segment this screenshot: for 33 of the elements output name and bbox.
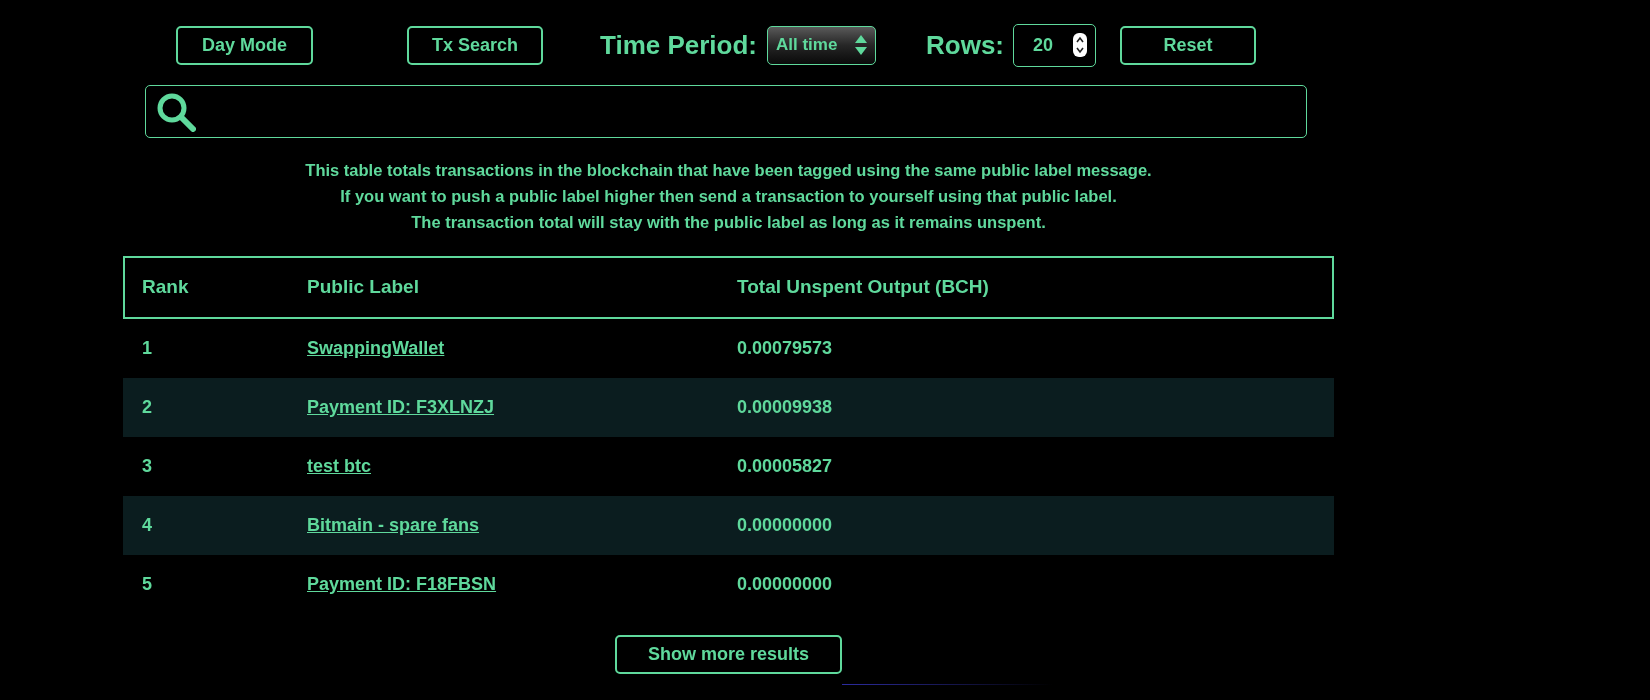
total-cell-text: 0.00000000 — [737, 514, 833, 537]
time-period-select[interactable]: All time — [767, 25, 876, 65]
rank-cell-text: 5 — [142, 573, 152, 596]
rows-input[interactable]: 20 — [1013, 23, 1096, 67]
total-cell-text: 0.00009938 — [737, 396, 833, 419]
total-cell-text: 0.00079573 — [737, 337, 833, 360]
search-field[interactable] — [145, 85, 1307, 138]
column-header: Total Unspent Output (BCH) — [737, 275, 989, 300]
rank-cell-text: 4 — [142, 514, 152, 537]
rows-label: Rows: — [926, 28, 1004, 62]
show-more-button[interactable]: Show more results — [615, 635, 842, 674]
tx-search-button[interactable]: Tx Search — [407, 25, 543, 65]
rank-cell-text: 1 — [142, 337, 152, 360]
reset-button[interactable]: Reset — [1120, 25, 1256, 65]
description-line: This table totals transactions in the blockchain that have been tagged using the same public label message. — [305, 160, 1152, 181]
day-mode-button[interactable]: Day Mode — [176, 25, 313, 65]
column-header: Rank — [142, 275, 189, 300]
description-line: The transaction total will stay with the public label as long as it remains unspent. — [411, 212, 1046, 233]
rank-cell-text: 3 — [142, 455, 152, 478]
label-link[interactable]: Payment ID: F18FBSN — [307, 571, 497, 598]
up-down-triangle-icon — [855, 35, 867, 55]
search-icon — [156, 91, 196, 132]
label-link[interactable]: SwappingWallet — [307, 335, 445, 362]
total-cell-text: 0.00000000 — [737, 573, 833, 596]
label-link[interactable]: Bitmain - spare fans — [307, 512, 480, 539]
label-link[interactable]: Payment ID: F3XLNZJ — [307, 394, 495, 421]
rank-cell-text: 2 — [142, 396, 152, 419]
description-line: If you want to push a public label higher then send a transaction to yourself using that public label. — [340, 186, 1117, 207]
time-period-label: Time Period: — [600, 28, 757, 62]
total-cell-text: 0.00005827 — [737, 455, 833, 478]
up-down-chevron-icon — [1073, 33, 1087, 57]
label-link[interactable]: test btc — [307, 453, 371, 480]
column-header: Public Label — [307, 275, 419, 300]
